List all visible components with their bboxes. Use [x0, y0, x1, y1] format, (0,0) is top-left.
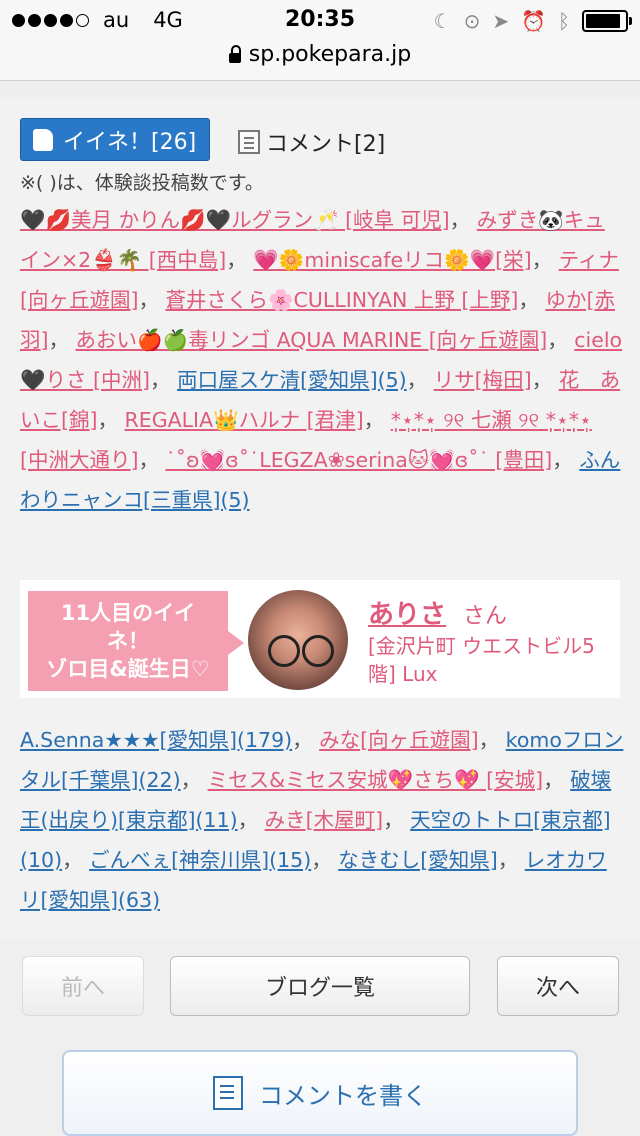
like-label: イイネ！[26]: [63, 129, 197, 155]
edit-icon: [213, 1076, 243, 1110]
separator: ，: [531, 368, 559, 392]
prev-button[interactable]: 前へ: [22, 956, 144, 1016]
rotation-lock-icon: ⊙: [463, 9, 481, 33]
liker-link[interactable]: 🖤💋美月 かりん💋🖤ルグラン🥂 [岐阜 可児]: [20, 208, 450, 232]
bluetooth-icon: ᛒ: [558, 9, 570, 33]
write-comment-button[interactable]: コメントを書く: [62, 1050, 578, 1136]
separator: ，: [383, 808, 411, 832]
comment-label: コメント[2]: [266, 132, 386, 157]
avatar[interactable]: [248, 590, 348, 690]
separator: ，: [138, 288, 166, 312]
battery-icon: [582, 10, 632, 32]
note-text: ※( )は、体験談投稿数です。: [20, 172, 264, 194]
liker-link[interactable]: 蒼井さくら🌸CULLINYAN 上野 [上野]: [166, 288, 519, 312]
milestone-ribbon: 11人目のイイ ネ！ ゾロ目&誕生日♡: [28, 591, 244, 691]
separator: ，: [478, 728, 506, 752]
thumbs-up-icon: [33, 128, 53, 151]
separator: ，: [97, 408, 125, 432]
blog-list-button[interactable]: ブログ一覧: [170, 956, 470, 1016]
featured-liker-card[interactable]: 11人目のイイ ネ！ ゾロ目&誕生日♡ ありさ さん [金沢片町 ウエストビル5…: [20, 580, 620, 698]
liker-link[interactable]: A.Senna★★★[愛知県](179): [20, 728, 292, 752]
url-text: sp.pokepara.jp: [248, 42, 412, 67]
liker-link[interactable]: みき[木屋町]: [265, 808, 384, 832]
liker-link[interactable]: ˙˚ʚ💓ɞ˚˙LEGZA❀serina🐱💓ɞ˚˙ [豊田]: [166, 448, 553, 472]
separator: ，: [292, 728, 320, 752]
like-button[interactable]: イイネ！[26]: [20, 118, 210, 161]
honorific: さん: [463, 604, 508, 629]
liker-link[interactable]: REGALIA👑ハルナ [君津]: [125, 408, 364, 432]
separator: ，: [138, 448, 166, 472]
separator: ，: [180, 768, 208, 792]
separator: ，: [237, 808, 265, 832]
moon-icon: ☾: [433, 9, 452, 33]
separator: ，: [406, 368, 434, 392]
liker-link[interactable]: ごんべぇ[神奈川県](15): [89, 848, 311, 872]
liker-link[interactable]: みな[向ヶ丘遊園]: [319, 728, 479, 752]
comment-link[interactable]: コメント[2]: [238, 126, 385, 158]
separator: ，: [226, 248, 254, 272]
separator: ，: [518, 288, 546, 312]
liker-name[interactable]: ありさ: [368, 594, 446, 631]
liker-list-2: A.Senna★★★[愛知県](179)， みな[向ヶ丘遊園]， komoフロン…: [20, 720, 625, 920]
liker-link[interactable]: ミセス&ミセス安城💖さち💖 [安城]: [208, 768, 544, 792]
memo-icon: [238, 130, 260, 154]
liker-link[interactable]: リサ[梅田]: [434, 368, 532, 392]
status-bar: au 4G 20:35 ☾ ⊙ ➤ ⏰ ᛒ: [0, 0, 640, 40]
separator: ，: [552, 448, 580, 472]
liker-list: 🖤💋美月 かりん💋🖤ルグラン🥂 [岐阜 可児]， みずき🐼キュイン×2👙🌴 [西…: [20, 200, 625, 520]
alarm-icon: ⏰: [521, 9, 546, 33]
liker-link[interactable]: あおい🍎🍏毒リンゴ AQUA MARINE [向ヶ丘遊園]: [76, 328, 548, 352]
separator: ，: [543, 768, 571, 792]
status-right: ☾ ⊙ ➤ ⏰ ᛒ: [433, 9, 632, 33]
liker-link[interactable]: 両口屋スケ清[愛知県](5): [177, 368, 407, 392]
separator: ，: [449, 208, 477, 232]
location-icon: ➤: [492, 9, 510, 33]
next-button[interactable]: 次へ: [497, 956, 619, 1016]
separator: ，: [62, 848, 90, 872]
separator: ，: [531, 248, 559, 272]
liker-link[interactable]: なきむし[愛知県]: [338, 848, 498, 872]
url-bar[interactable]: sp.pokepara.jp: [0, 40, 640, 81]
separator: ，: [547, 328, 575, 352]
lock-icon: [228, 45, 241, 63]
separator: ，: [363, 408, 391, 432]
separator: ，: [497, 848, 525, 872]
separator: ，: [311, 848, 339, 872]
liker-link[interactable]: 💗🌼miniscafeリコ🌼💗[栄]: [253, 248, 531, 272]
liker-place: [金沢片町 ウエストビル5階] Lux: [368, 634, 595, 686]
separator: ，: [48, 328, 76, 352]
write-comment-label: コメントを書く: [259, 1081, 427, 1110]
separator: ，: [150, 368, 178, 392]
